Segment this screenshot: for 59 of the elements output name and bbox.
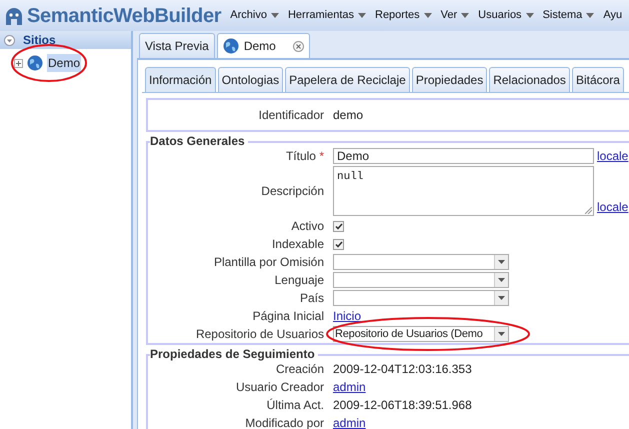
text-area[interactable]: null bbox=[333, 166, 594, 216]
field-label: Página Inicial bbox=[252, 308, 324, 325]
globe-icon bbox=[27, 55, 43, 71]
app-logo: SemanticWebBuilder bbox=[27, 4, 222, 28]
menu-item[interactable]: Ver bbox=[440, 7, 470, 24]
menu-item[interactable]: Herramientas bbox=[288, 7, 366, 24]
dropdown[interactable]: Repositorio de Usuarios (Demo bbox=[333, 326, 509, 342]
field-label: Identificador bbox=[258, 107, 324, 124]
expand-icon[interactable] bbox=[14, 58, 23, 68]
checkbox[interactable] bbox=[333, 238, 344, 250]
section-title: Propiedades de Seguimiento bbox=[150, 347, 318, 361]
caret-icon bbox=[498, 332, 505, 336]
panel-title: Sitios bbox=[23, 32, 56, 49]
tab[interactable]: Información bbox=[145, 67, 216, 92]
menu-item[interactable]: Sistema bbox=[542, 7, 594, 24]
input-field[interactable]: Demo bbox=[333, 148, 594, 164]
field-label: Usuario Creador bbox=[234, 379, 324, 396]
check-icon bbox=[334, 240, 342, 248]
resize-grip-icon bbox=[585, 207, 592, 214]
tab[interactable]: Demo bbox=[216, 33, 310, 58]
field-label: Lenguaje bbox=[274, 272, 324, 289]
tab[interactable]: Ontologias bbox=[218, 67, 284, 92]
menu-item[interactable]: Archivo bbox=[230, 7, 279, 24]
field-value: 2009-12-06T18:39:51.968 bbox=[333, 397, 472, 414]
field-label: Descripción bbox=[260, 183, 324, 200]
check-icon bbox=[334, 222, 342, 230]
field-label: Activo bbox=[290, 218, 324, 235]
caret-icon bbox=[498, 296, 505, 300]
field-value: 2009-12-04T12:03:16.353 bbox=[333, 361, 472, 378]
field-label: Plantilla por Omisión bbox=[212, 254, 324, 271]
checkbox[interactable] bbox=[333, 220, 344, 232]
collapse-icon bbox=[4, 34, 15, 46]
field-label: País bbox=[298, 290, 324, 307]
close-icon[interactable] bbox=[292, 40, 304, 52]
locale-link[interactable]: locale bbox=[597, 198, 628, 216]
logo-icon bbox=[4, 6, 24, 24]
tab[interactable]: Propiedades bbox=[412, 67, 488, 92]
menu-item[interactable]: Usuarios bbox=[478, 7, 534, 24]
field-value: demo bbox=[333, 107, 364, 124]
caret-icon bbox=[498, 278, 505, 282]
section-title: Datos Generales bbox=[150, 134, 248, 148]
locale-link[interactable]: locale bbox=[597, 147, 628, 165]
caret-icon bbox=[498, 260, 505, 264]
tab[interactable]: Relacionados bbox=[489, 67, 570, 92]
tab[interactable]: Vista Previa bbox=[139, 33, 215, 58]
field-label: Repositorio de Usuarios bbox=[194, 326, 324, 343]
tree-item[interactable]: Demo bbox=[47, 54, 82, 72]
tab[interactable]: Bitácora bbox=[572, 67, 624, 92]
globe-icon bbox=[222, 38, 239, 54]
menu-item[interactable]: Ayu bbox=[603, 7, 622, 24]
tab[interactable]: Papelera de Reciclaje bbox=[285, 67, 410, 92]
link[interactable]: admin bbox=[333, 414, 366, 429]
field-label: Indexable bbox=[270, 236, 324, 253]
field-label: Última Act. bbox=[266, 397, 324, 414]
link[interactable]: Inicio bbox=[333, 307, 362, 325]
field-label: Creación bbox=[274, 361, 324, 378]
menu-item[interactable]: Reportes bbox=[375, 7, 432, 24]
field-label: Título * bbox=[284, 148, 324, 165]
link[interactable]: admin bbox=[333, 378, 366, 396]
